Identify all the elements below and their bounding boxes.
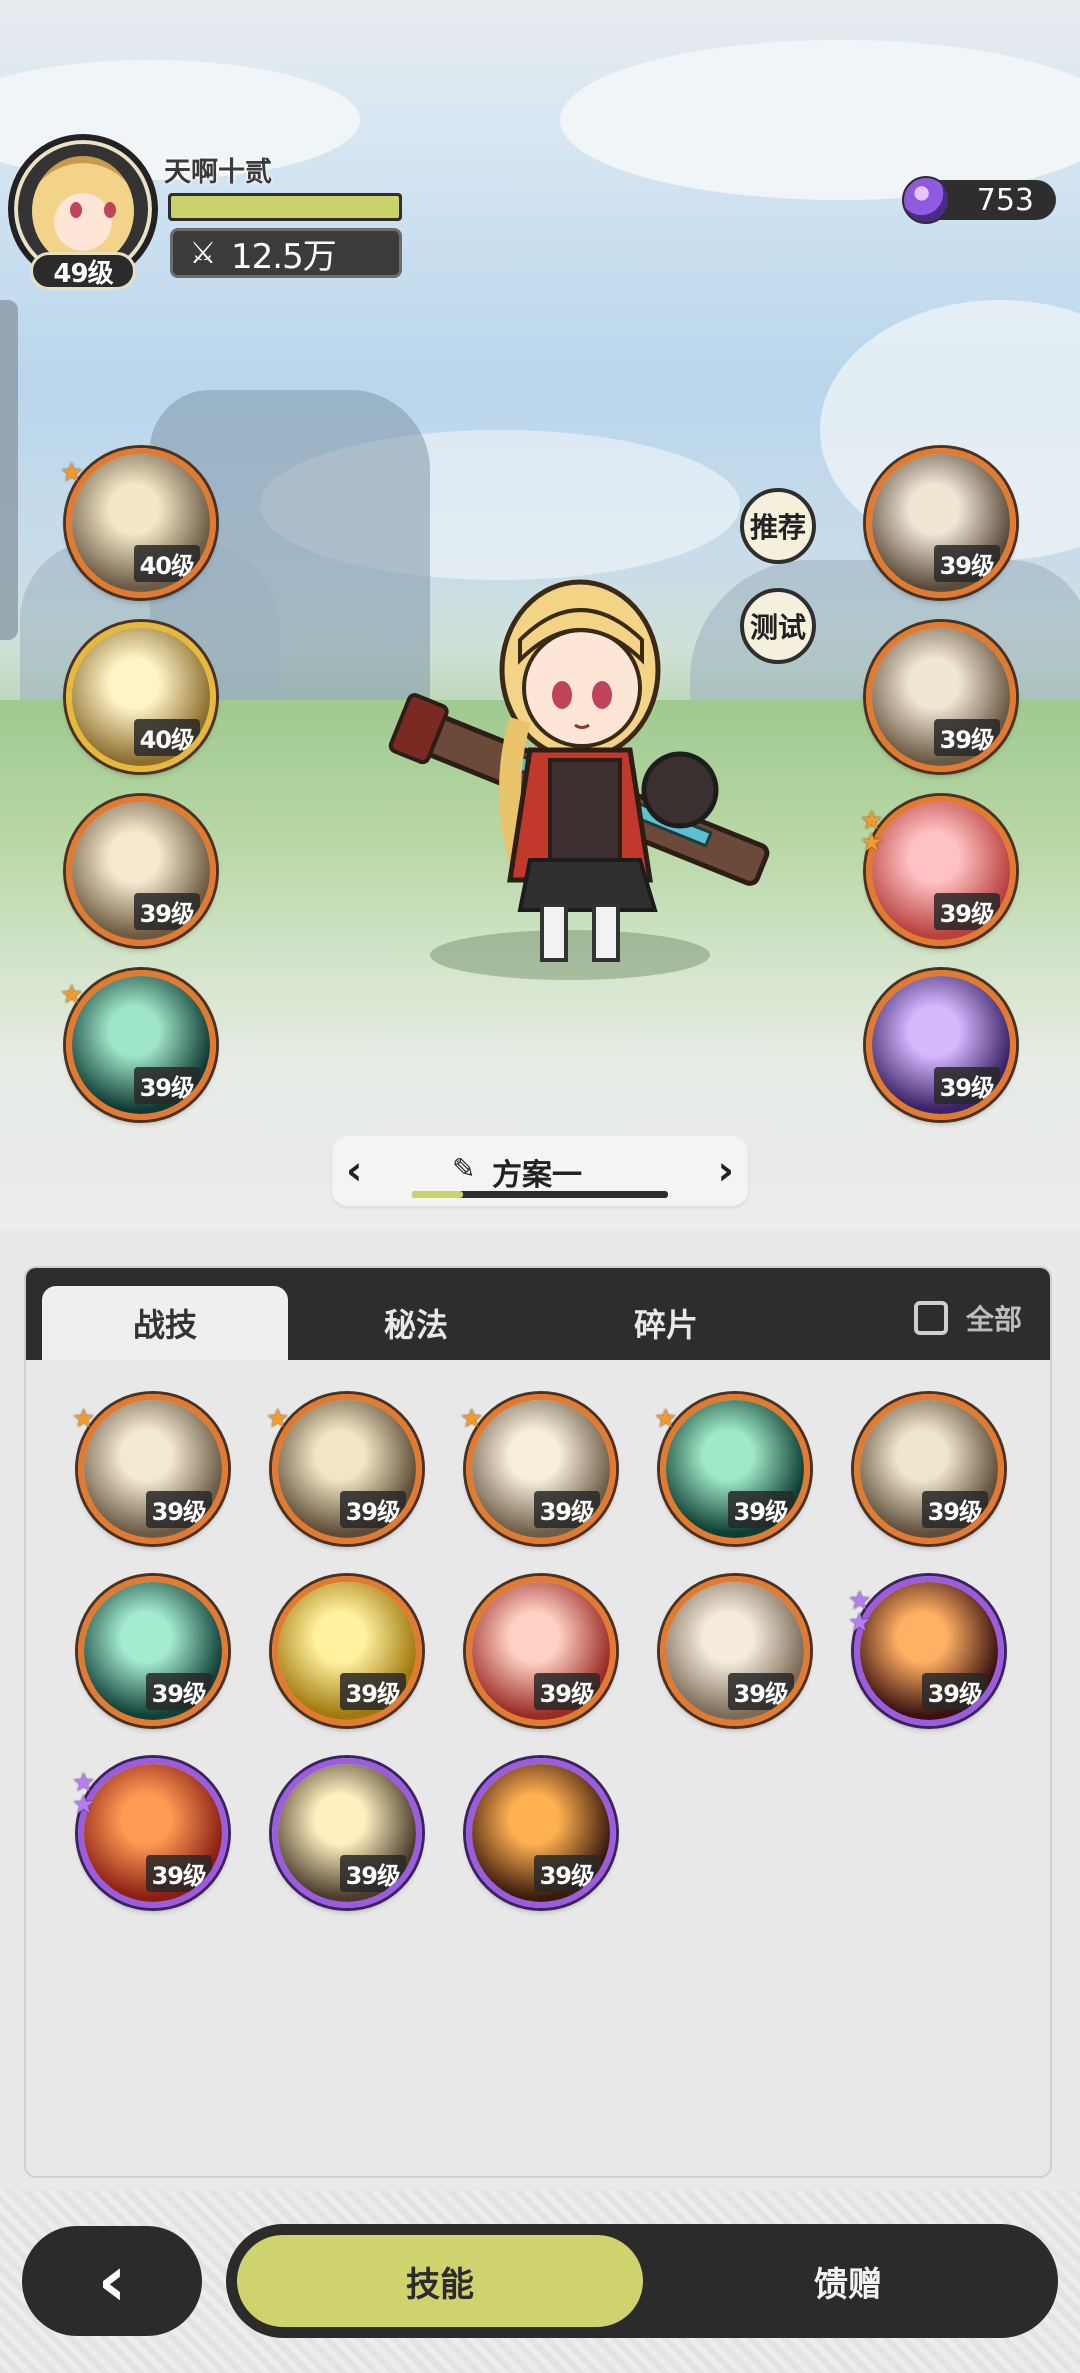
tab-fragments[interactable]: 碎片 xyxy=(566,1286,766,1360)
preset-progress-fill xyxy=(412,1191,464,1198)
skill-level-label: 40级 xyxy=(133,719,200,756)
nav-skills-tab[interactable]: 技能 xyxy=(234,2232,646,2330)
skill-level-label: 39级 xyxy=(921,1491,988,1528)
skill-level-label: 39级 xyxy=(145,1491,212,1528)
show-all-label: 全部 xyxy=(965,1303,1022,1336)
preset-progress-track xyxy=(412,1191,668,1198)
hero-character xyxy=(388,579,770,962)
inventory-skill-slot[interactable]: 39级 xyxy=(466,1758,616,1908)
skill-level-label: 40级 xyxy=(133,545,200,582)
skill-level-label: 39级 xyxy=(533,1855,600,1892)
inventory-skill-slot[interactable]: 39级 xyxy=(272,1576,422,1726)
rank-star-icon: ★ xyxy=(72,1790,96,1820)
crossed-swords-icon: ⚔ xyxy=(189,235,217,271)
purple-gem-icon xyxy=(902,176,950,224)
skill-level-label: 39级 xyxy=(933,893,1000,930)
show-all-filter[interactable]: 全部 xyxy=(913,1298,1022,1338)
combat-power-box: ⚔ 12.5万 xyxy=(170,228,402,278)
equipped-right-skill-slot[interactable]: 39级 xyxy=(866,622,1016,772)
gem-currency-value: 753 xyxy=(976,182,1034,218)
rank-star-icon: ★ xyxy=(860,828,884,858)
inventory-skill-slot[interactable]: 39级 xyxy=(466,1576,616,1726)
equipped-left-skill-slot[interactable]: 39级 xyxy=(66,796,216,946)
skill-level-label: 39级 xyxy=(133,893,200,930)
inventory-skill-slot[interactable]: 39级 xyxy=(854,1576,1004,1726)
skill-level-label: 39级 xyxy=(145,1673,212,1710)
nav-gift-tab[interactable]: 馈赠 xyxy=(646,2232,1050,2330)
inventory-skill-slot[interactable]: 39级 xyxy=(466,1394,616,1544)
skill-level-label: 39级 xyxy=(339,1855,406,1892)
combat-power-value: 12.5万 xyxy=(231,236,337,277)
inventory-skill-slot[interactable]: 39级 xyxy=(78,1576,228,1726)
exp-bar-fill xyxy=(171,196,399,218)
skill-level-label: 39级 xyxy=(133,1067,200,1104)
equipped-right-skill-slot[interactable]: 39级 xyxy=(866,796,1016,946)
inventory-skill-slot[interactable]: 39级 xyxy=(272,1394,422,1544)
rank-star-icon: ★ xyxy=(654,1404,678,1434)
rank-star-icon: ★ xyxy=(266,1404,290,1434)
rank-star-icon: ★ xyxy=(460,1404,484,1434)
equipped-left-skill-slot[interactable]: 39级 xyxy=(66,970,216,1120)
skill-level-label: 39级 xyxy=(533,1673,600,1710)
avatar-portrait xyxy=(32,156,134,266)
skill-level-label: 39级 xyxy=(933,545,1000,582)
skill-level-label: 39级 xyxy=(727,1673,794,1710)
equipped-left-skill-slot[interactable]: 40级 xyxy=(66,448,216,598)
rank-star-icon: ★ xyxy=(848,1608,872,1638)
skill-level-label: 39级 xyxy=(145,1855,212,1892)
preset-prev-arrow-icon[interactable]: ‹ xyxy=(346,1148,362,1194)
exp-bar xyxy=(168,193,402,221)
rank-star-icon: ★ xyxy=(72,1404,96,1434)
inventory-skill-slot[interactable]: 39级 xyxy=(272,1758,422,1908)
preset-selector: ‹ ✎ 方案一 › xyxy=(332,1136,748,1206)
skill-inventory-panel: 战技 秘法 碎片 全部 39级 ★ 39级 ★ 39级 ★ 39级 ★ 39级 39级 39级 39级… xyxy=(24,1266,1052,2178)
show-all-checkbox[interactable] xyxy=(913,1301,948,1335)
side-drawer-handle[interactable] xyxy=(0,300,18,640)
tab-battle-skills[interactable]: 战技 xyxy=(42,1286,288,1360)
skill-level-label: 39级 xyxy=(339,1491,406,1528)
back-arrow-icon: ‹ xyxy=(97,2240,127,2322)
player-level-badge: 49级 xyxy=(30,252,136,290)
preset-next-arrow-icon[interactable]: › xyxy=(718,1148,734,1194)
inventory-skill-slot[interactable]: 39级 xyxy=(854,1394,1004,1544)
rank-star-icon: ★ xyxy=(60,458,84,488)
skill-level-label: 39级 xyxy=(933,1067,1000,1104)
skill-level-label: 39级 xyxy=(933,719,1000,756)
inventory-skill-slot[interactable]: 39级 xyxy=(78,1758,228,1908)
edit-pencil-icon[interactable]: ✎ xyxy=(452,1152,475,1185)
tab-secret-arts[interactable]: 秘法 xyxy=(316,1286,516,1360)
rank-star-icon: ★ xyxy=(60,980,84,1010)
skill-level-label: 39级 xyxy=(533,1491,600,1528)
skill-level-label: 39级 xyxy=(921,1673,988,1710)
player-name: 天啊十贰 xyxy=(164,157,272,188)
inventory-skill-slot[interactable]: 39级 xyxy=(78,1394,228,1544)
equipped-right-skill-slot[interactable]: 39级 xyxy=(866,970,1016,1120)
preset-name[interactable]: 方案一 xyxy=(492,1150,582,1194)
back-button[interactable]: ‹ xyxy=(22,2226,202,2336)
skill-level-label: 39级 xyxy=(727,1491,794,1528)
panel-tabbar: 战技 秘法 碎片 全部 xyxy=(26,1268,1050,1360)
inventory-skill-slot[interactable]: 39级 xyxy=(660,1576,810,1726)
bottom-tab-bar: 技能 馈赠 xyxy=(226,2224,1058,2338)
inventory-skill-slot[interactable]: 39级 xyxy=(660,1394,810,1544)
recommend-button[interactable]: 推荐 xyxy=(740,488,816,564)
skill-level-label: 39级 xyxy=(339,1673,406,1710)
equipped-right-skill-slot[interactable]: 39级 xyxy=(866,448,1016,598)
equipped-left-skill-slot[interactable]: 40级 xyxy=(66,622,216,772)
